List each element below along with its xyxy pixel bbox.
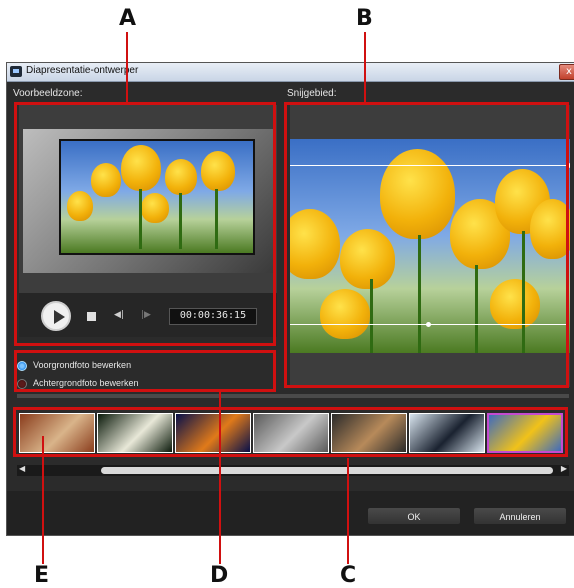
thumbnail[interactable] xyxy=(19,413,95,453)
callout-line-d xyxy=(219,391,221,564)
next-frame-button[interactable]: |▶ xyxy=(141,310,151,320)
previous-frame-button[interactable]: ◀| xyxy=(114,310,124,320)
scroll-left-arrow[interactable]: ◀ xyxy=(19,464,25,473)
title-bar: Diapresentatie-ontwerper x xyxy=(7,63,574,82)
timecode-display: 00:00:36:15 xyxy=(169,308,257,325)
crop-handle-bottom[interactable] xyxy=(426,322,431,327)
foreground-radio[interactable] xyxy=(17,361,27,371)
callout-d: D xyxy=(210,563,229,588)
preview-label: Voorbeeldzone: xyxy=(13,88,83,99)
thumbnail[interactable] xyxy=(331,413,407,453)
callout-line-b xyxy=(364,32,366,104)
thumbnail[interactable] xyxy=(175,413,251,453)
thumbnail-scrollbar[interactable]: ◀ ▶ xyxy=(17,464,569,476)
callout-line-e xyxy=(42,436,44,564)
callout-e: E xyxy=(34,563,50,588)
preview-foreground-photo xyxy=(59,139,255,255)
close-button[interactable]: x xyxy=(559,64,574,80)
crop-label: Snijgebied: xyxy=(287,88,337,99)
play-button[interactable] xyxy=(41,301,71,331)
app-icon xyxy=(10,66,22,77)
footer-bar: OK Annuleren xyxy=(7,491,574,535)
divider xyxy=(17,394,569,398)
cancel-button[interactable]: Annuleren xyxy=(473,507,567,525)
thumbnail[interactable] xyxy=(487,413,563,453)
ok-button[interactable]: OK xyxy=(367,507,461,525)
scroll-right-arrow[interactable]: ▶ xyxy=(561,464,567,473)
background-radio[interactable] xyxy=(17,379,27,389)
preview-background-photo xyxy=(23,129,273,273)
crop-photo xyxy=(290,139,570,353)
callout-c: C xyxy=(340,563,357,588)
slideshow-designer-window: Diapresentatie-ontwerper x Voorbeeldzone… xyxy=(6,62,574,536)
foreground-radio-label[interactable]: Voorgrondfoto bewerken xyxy=(33,360,131,370)
background-radio-label[interactable]: Achtergrondfoto bewerken xyxy=(33,378,139,388)
playback-controls: ◀| |▶ 00:00:36:15 xyxy=(19,293,277,337)
callout-a: A xyxy=(119,6,137,31)
thumbnail-strip xyxy=(19,413,567,455)
window-title: Diapresentatie-ontwerper xyxy=(26,65,139,76)
crop-handle-right[interactable] xyxy=(566,163,570,168)
callout-b: B xyxy=(356,6,373,31)
scroll-thumb[interactable] xyxy=(101,467,553,474)
crop-frame[interactable] xyxy=(290,163,570,327)
thumbnail[interactable] xyxy=(253,413,329,453)
callout-line-a xyxy=(126,32,128,104)
preview-area: ◀| |▶ 00:00:36:15 xyxy=(19,105,277,337)
callout-line-c xyxy=(347,458,349,564)
crop-area xyxy=(290,105,570,387)
thumbnail[interactable] xyxy=(409,413,485,453)
stop-button[interactable] xyxy=(87,312,96,321)
thumbnail[interactable] xyxy=(97,413,173,453)
